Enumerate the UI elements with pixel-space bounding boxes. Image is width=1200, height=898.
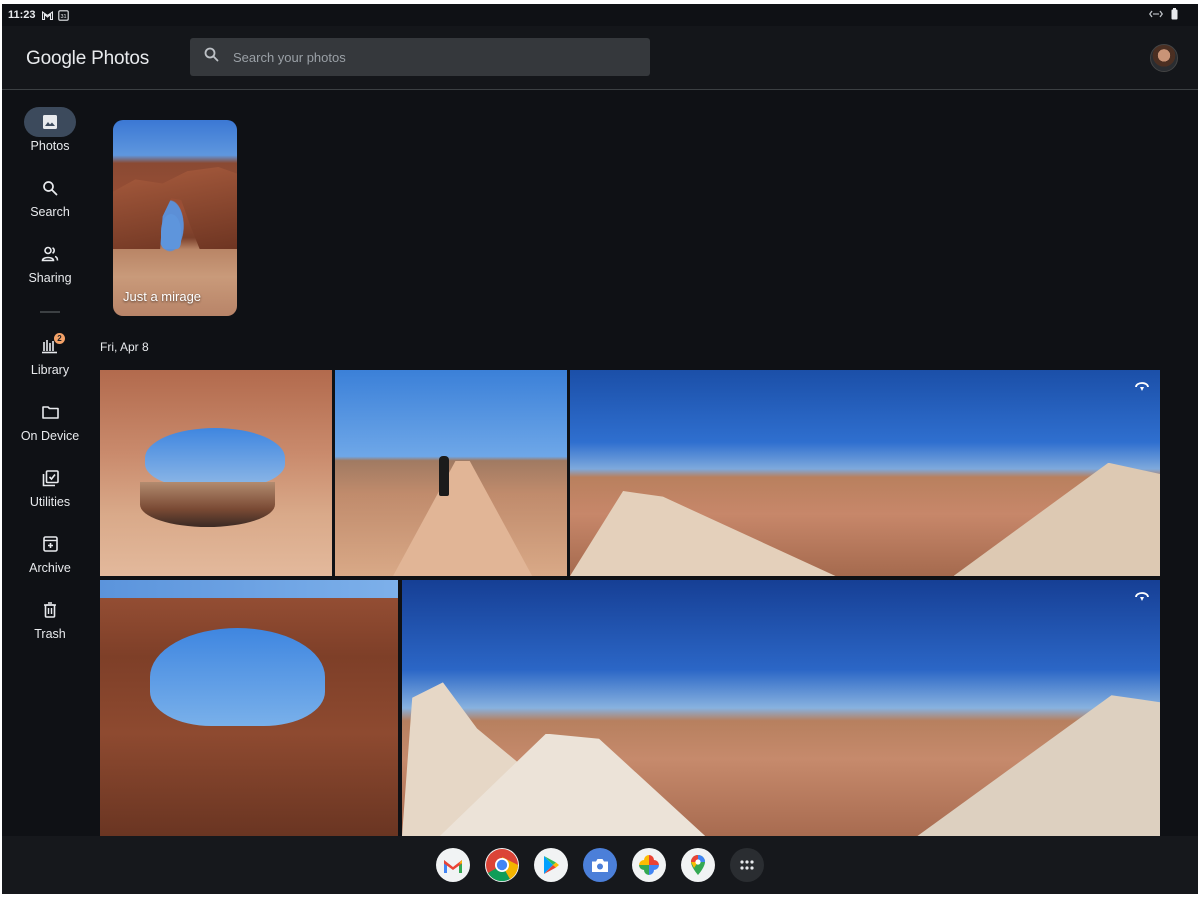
photo-thumbnail-panorama[interactable] xyxy=(402,580,1160,836)
search-input[interactable] xyxy=(233,49,613,65)
photo-rock xyxy=(953,462,1160,576)
svg-text:31: 31 xyxy=(60,14,66,20)
sidebar-item-trash[interactable]: Trash xyxy=(2,595,98,641)
photo-thumbnail-panorama[interactable] xyxy=(570,370,1160,576)
camera-icon xyxy=(592,858,608,872)
search-icon xyxy=(43,181,58,196)
network-icon xyxy=(1148,9,1164,22)
gmail-icon xyxy=(444,859,462,873)
memory-image-arch-opening xyxy=(161,214,182,250)
shelf-app-play-store[interactable] xyxy=(534,848,568,882)
app-launcher-icon xyxy=(740,860,754,870)
screen: 11:23 31 Google Photos Search your photo… xyxy=(2,4,1198,894)
shelf-app-launcher[interactable] xyxy=(730,848,764,882)
date-header: Fri, Apr 8 xyxy=(100,340,149,354)
photo-sky xyxy=(145,428,285,488)
archive-icon xyxy=(42,536,58,552)
system-shelf xyxy=(2,836,1198,894)
memory-caption: Just a mirage xyxy=(123,289,202,304)
sidebar-item-sharing[interactable]: Sharing xyxy=(2,239,98,285)
photo-arch-opening xyxy=(150,628,325,726)
sidebar-item-photos[interactable]: Photos xyxy=(2,107,98,153)
trash-icon xyxy=(44,602,56,618)
chrome-icon xyxy=(486,849,519,882)
sidebar-item-label: Archive xyxy=(29,561,71,575)
sidebar-item-label: Sharing xyxy=(28,271,72,285)
sidebar-item-archive[interactable]: Archive xyxy=(2,529,98,575)
photo-sky xyxy=(100,580,398,598)
app-title: Google Photos xyxy=(26,48,150,69)
sidebar-item-label: Search xyxy=(30,205,70,219)
sidebar-item-label: Photos xyxy=(30,139,70,153)
google-photos-icon xyxy=(639,855,659,875)
gmail-notification-icon xyxy=(41,10,53,21)
play-store-icon xyxy=(544,856,559,874)
sidebar-item-label: Utilities xyxy=(29,495,71,509)
memory-card[interactable]: Just a mirage xyxy=(113,120,237,316)
shelf-app-camera[interactable] xyxy=(583,848,617,882)
library-badge: 2 xyxy=(54,333,65,344)
photo-rock xyxy=(570,491,836,576)
photo-hiker xyxy=(439,456,449,496)
panorama-icon xyxy=(1135,592,1149,601)
shelf-app-chrome[interactable] xyxy=(485,848,519,882)
photo-thumbnail[interactable] xyxy=(335,370,567,576)
shelf-app-photos[interactable] xyxy=(632,848,666,882)
search-bar[interactable] xyxy=(190,38,650,76)
folder-icon xyxy=(41,406,59,419)
nav-divider xyxy=(40,311,60,313)
sidebar-item-label: Trash xyxy=(34,627,66,641)
sidebar-item-search[interactable]: Search xyxy=(2,173,98,219)
panorama-icon xyxy=(1135,382,1149,391)
maps-icon xyxy=(691,855,705,875)
sidebar-item-label: On Device xyxy=(20,429,80,443)
nav-rail: Photos Search Sharing 2 Library On Devic… xyxy=(2,91,98,836)
avatar[interactable] xyxy=(1150,44,1178,72)
photo-thumbnail[interactable] xyxy=(100,370,332,576)
shelf-app-gmail[interactable] xyxy=(436,848,470,882)
photo-trail xyxy=(393,460,533,576)
people-icon xyxy=(41,246,59,262)
photo-thumbnail[interactable] xyxy=(100,580,398,836)
search-icon xyxy=(204,47,219,67)
battery-icon xyxy=(1171,7,1178,23)
photo-icon xyxy=(43,115,57,129)
calendar-notification-icon: 31 xyxy=(57,9,69,21)
photo-rock xyxy=(917,695,1160,836)
sidebar-item-library[interactable]: 2 Library xyxy=(2,331,98,377)
utilities-icon xyxy=(42,469,59,486)
shelf-app-maps[interactable] xyxy=(681,848,715,882)
status-time: 11:23 xyxy=(8,9,36,21)
sidebar-item-utilities[interactable]: Utilities xyxy=(2,463,98,509)
top-app-bar: Google Photos xyxy=(2,26,1198,90)
sidebar-item-on-device[interactable]: On Device xyxy=(2,397,98,443)
sidebar-item-label: Library xyxy=(30,363,70,377)
photo-landscape xyxy=(140,482,275,527)
status-bar: 11:23 31 xyxy=(2,4,1198,26)
